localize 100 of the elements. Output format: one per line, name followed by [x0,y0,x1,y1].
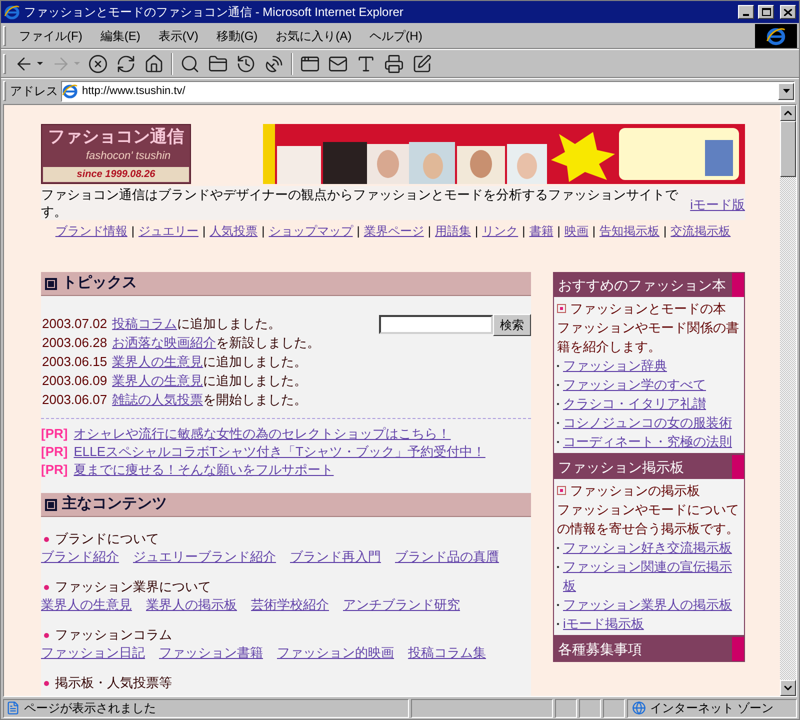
content-link[interactable]: アンチブランド研究 [343,596,460,614]
book-link[interactable]: ファッション辞典 [563,356,667,375]
folder-icon [208,54,228,74]
box-title: ファッション掲示板 [557,458,685,477]
font-icon [356,54,376,74]
bullet-icon [557,304,566,313]
box-lead: ファッションの掲示板 [570,482,700,500]
search-field[interactable] [379,315,493,334]
topic-date: 2003.06.15 [42,353,108,371]
menu-item[interactable]: お気に入り(A) [266,26,361,44]
section-heading: 掲示板・人気投票等 [55,674,172,692]
topic-date: 2003.06.09 [42,372,108,390]
topic-link[interactable]: 雑誌の人気投票 [112,390,204,409]
nav-link[interactable]: リンク [482,222,518,240]
content-link[interactable]: ブランド紹介 [41,548,119,566]
nav-link[interactable]: 交流掲示板 [670,222,731,240]
nav-link[interactable]: 書籍 [529,222,554,240]
book-link[interactable]: ファッション学のすべて [563,375,706,394]
accent-stripe [732,273,744,297]
nav-link[interactable]: ブランド情報 [55,222,128,240]
search-button[interactable]: 検索 [493,314,531,336]
content-link[interactable]: ブランド再入門 [290,548,381,566]
bullet-icon [44,632,49,638]
address-value: http://www.tsushin.tv/ [81,84,186,99]
content-link[interactable]: ファッション書籍 [159,644,263,662]
content-link[interactable]: ファッション的映画 [277,644,394,662]
pr-link[interactable]: 夏までに痩せる！そんな願いをフルサポート [74,461,334,479]
scroll-thumb[interactable] [780,121,796,177]
nav-separator: | [202,223,207,240]
address-field[interactable]: http://www.tsushin.tv/ [61,80,795,102]
topic-text: に追加しました。 [203,353,308,371]
home-icon [144,54,164,74]
printer-icon [384,54,404,74]
accent-stripe [732,637,744,661]
book-link[interactable]: ファッション関連の宣伝掲示板 [563,557,741,595]
scroll-up-button[interactable] [780,105,796,121]
status-text: ページが表示されました [24,700,156,717]
pr-link[interactable]: ELLEスペシャルコラボTシャツ付き「Tシャツ・ブック」予約受付中！ [74,443,486,461]
bullet-icon [44,536,49,542]
content-link[interactable]: 投稿コラム集 [408,644,486,662]
book-link[interactable]: ファッション業界人の掲示板 [563,595,732,614]
topic-link[interactable]: 業界人の生意見 [112,371,204,390]
box-title: 各種募集事項 [557,640,643,659]
section-title: トピックス [62,273,137,294]
topic-text: を新設しました。 [216,334,320,352]
dropdown-button[interactable] [778,82,794,100]
book-link[interactable]: コーディネート・究極の法則 [563,432,732,451]
nav-link[interactable]: 映画 [564,222,588,240]
window-title: ファッションとモードのファショコン通信 - Microsoft Internet Explorer [24,4,404,21]
mail-icon [328,54,348,74]
topic-text: に追加しました。 [177,315,282,333]
menu-item[interactable]: 表示(V) [149,26,208,44]
content-link[interactable]: 業界人の生意見 [41,596,132,614]
box-description: ファッションやモード関係の書籍を紹介します。 [557,319,740,356]
content-link[interactable]: ブランド品の真贋 [395,548,499,566]
menu-item[interactable]: ヘルプ(H) [360,26,432,44]
content-link[interactable]: ファッション日記 [41,644,145,662]
nav-link[interactable]: ショップマップ [268,222,353,240]
scrollbar[interactable] [780,105,796,696]
nav-link[interactable]: 業界ページ [364,222,424,240]
pr-link[interactable]: オシャレや流行に敏感な女性の為のセレクトショップはこちら！ [74,425,451,443]
maximize-button[interactable] [758,5,774,19]
nav-separator: | [662,223,668,240]
topic-link[interactable]: 投稿コラム [112,314,178,333]
content-link[interactable]: 業界人の掲示板 [146,596,237,614]
menu-item[interactable]: 編集(E) [91,26,150,44]
caret-icon [37,62,43,66]
topic-link[interactable]: 業界人の生意見 [112,352,204,371]
nav-link[interactable]: 告知掲示板 [600,222,660,240]
close-button[interactable] [780,5,796,19]
nav-link[interactable]: ジュエリー [138,222,198,240]
nav-link[interactable]: 人気投票 [210,222,258,240]
content-link[interactable]: 芸術学校紹介 [251,596,329,614]
close-icon [784,8,792,16]
topic-text: に追加しました。 [203,372,308,390]
topic-date: 2003.06.28 [42,334,108,352]
history-icon [236,54,256,74]
caret-icon [74,62,80,66]
menu-item[interactable]: 移動(G) [207,26,267,44]
status-panel [555,698,577,718]
minimize-button[interactable] [738,5,754,19]
scroll-down-button[interactable] [780,680,796,696]
book-link[interactable]: iモード掲示板 [563,614,644,633]
nav-separator: | [260,223,266,240]
content-link[interactable]: ジュエリーブランド紹介 [133,548,276,566]
topic-date: 2003.06.07 [42,391,108,409]
book-link[interactable]: クラシコ・イタリア礼讃 [563,394,706,413]
address-label: アドレス [10,83,59,100]
menu-item[interactable]: ファイル(F) [10,26,92,44]
site-logo[interactable]: ファショコン通信 fashocon' tsushin since 1999.08.26 [41,124,191,184]
section-heading: ブランドについて [55,530,159,548]
book-link[interactable]: コシノジュンコの女の服装術 [563,413,732,432]
topic-link[interactable]: お洒落な映画紹介 [112,333,216,352]
square-icon [45,498,57,510]
dropdown-arrow-icon [782,89,790,93]
nav-link[interactable]: 用語集 [435,222,471,240]
nav-separator: | [474,223,480,240]
book-link[interactable]: ファッション好き交流掲示板 [563,538,732,557]
globe-icon [632,701,646,715]
imode-link[interactable]: iモード版 [690,194,745,214]
